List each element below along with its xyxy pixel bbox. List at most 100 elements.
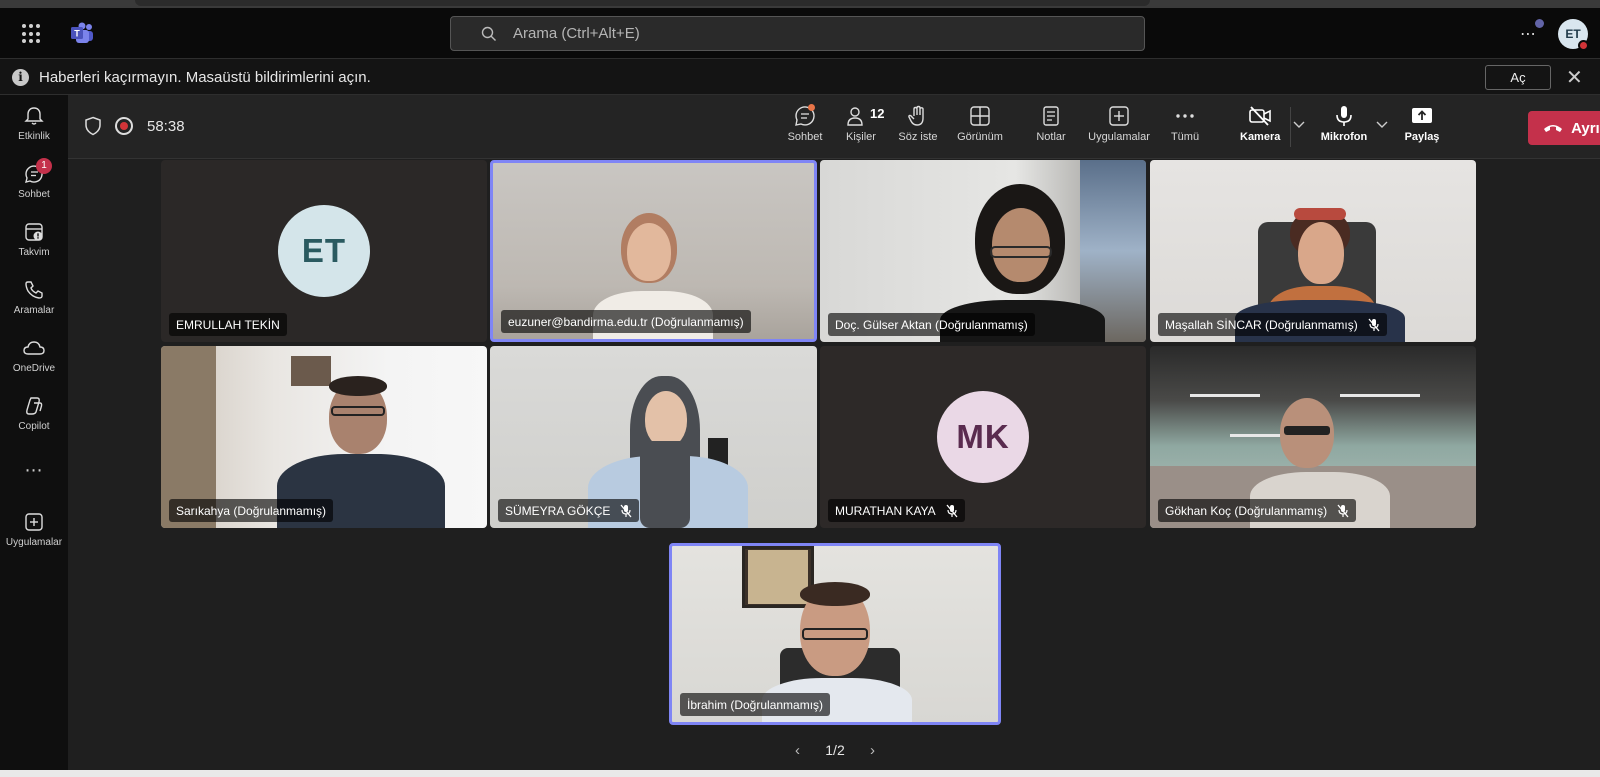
unread-badge: 1 [36, 158, 52, 174]
search-placeholder: Arama (Ctrl+Alt+E) [513, 25, 640, 42]
participant-name-tag: Doç. Gülser Aktan (Doğrulanmamış) [828, 313, 1035, 336]
view-label: Görünüm [957, 131, 1003, 143]
notification-banner: i Haberleri kaçırmayın. Masaüstü bildiri… [0, 58, 1600, 95]
notes-label: Notlar [1036, 131, 1066, 143]
participant-tile[interactable]: euzuner@bandirma.edu.tr (Doğrulanmamış) [490, 160, 817, 342]
participant-name: MURATHAN KAYA [835, 503, 936, 518]
app-launcher-icon[interactable] [22, 24, 42, 44]
microphone-icon [1336, 106, 1352, 126]
participant-tile[interactable]: İbrahim (Doğrulanmamış) [669, 543, 1001, 725]
rail-item-chat[interactable]: 1 Sohbet [0, 155, 68, 211]
previous-page-button[interactable]: ‹ [795, 742, 800, 759]
leave-main[interactable]: Ayrıl [1528, 111, 1600, 145]
app-rail: Etkinlik 1 Sohbet Takvim Aramalar OneDri… [0, 95, 68, 770]
more-label: Tümü [1170, 131, 1200, 143]
participant-tile[interactable]: SÜMEYRA GÖKÇE [490, 346, 817, 528]
participant-avatar: MK [937, 391, 1029, 483]
more-button[interactable]: Tümü [1170, 104, 1200, 143]
people-label: Kişiler [846, 131, 876, 143]
rail-item-copilot[interactable]: Copilot [0, 387, 68, 443]
window-top-strip [0, 0, 1600, 8]
leave-button[interactable]: Ayrıl [1528, 111, 1600, 145]
meeting-timer: 58:38 [147, 118, 185, 135]
participant-name: EMRULLAH TEKİN [176, 317, 280, 332]
microphone-options-chevron-icon[interactable] [1376, 121, 1388, 129]
hand-icon [908, 105, 924, 126]
participant-name-tag: SÜMEYRA GÖKÇE [498, 499, 640, 522]
participant-name-tag: euzuner@bandirma.edu.tr (Doğrulanmamış) [501, 310, 751, 333]
participant-tile[interactable]: Sarıkahya (Doğrulanmamış) [161, 346, 487, 528]
copilot-icon [26, 397, 43, 415]
camera-button[interactable]: Kamera [1240, 104, 1280, 143]
notification-dot [1535, 19, 1544, 28]
participant-name-tag: İbrahim (Doğrulanmamış) [680, 693, 831, 716]
share-button[interactable]: Paylaş [1402, 104, 1442, 143]
people-icon [847, 107, 863, 126]
rail-label: Sohbet [18, 189, 50, 200]
toolbar-divider [1290, 107, 1291, 147]
participant-name: İbrahim (Doğrulanmamış) [687, 697, 824, 712]
phone-icon [25, 281, 43, 299]
participant-name: euzuner@bandirma.edu.tr (Doğrulanmamış) [508, 314, 744, 329]
bell-icon [24, 107, 44, 125]
rail-item-calendar[interactable]: Takvim [0, 213, 68, 269]
chat-button[interactable]: Sohbet [786, 104, 824, 143]
participant-name: Maşallah SİNCAR (Doğrulanmamış) [1165, 317, 1358, 332]
raise-hand-label: Söz iste [898, 131, 938, 143]
participant-tile[interactable]: Doç. Gülser Aktan (Doğrulanmamış) [820, 160, 1146, 342]
people-button[interactable]: 12 Kişiler [842, 104, 884, 143]
banner-message: Haberleri kaçırmayın. Masaüstü bildiriml… [39, 69, 371, 86]
share-label: Paylaş [1404, 131, 1440, 143]
rail-more-button[interactable]: ⋯ [0, 460, 68, 481]
participant-tile[interactable]: ET EMRULLAH TEKİN [161, 160, 487, 342]
camera-options-chevron-icon[interactable] [1293, 121, 1305, 129]
calendar-icon [25, 223, 43, 241]
rail-label: Etkinlik [18, 131, 50, 142]
camera-off-icon [1249, 106, 1271, 126]
people-count: 12 [870, 106, 885, 121]
window-top-tab [135, 0, 1150, 6]
page-indicator: 1/2 [825, 742, 845, 758]
rail-label: Copilot [18, 421, 50, 432]
participant-tile[interactable]: Maşallah SİNCAR (Doğrulanmamış) [1150, 160, 1476, 342]
meeting-toolbar: 58:38 Sohbet 12 Kişiler Söz iste Görünüm… [68, 95, 1600, 159]
rail-label: OneDrive [12, 363, 56, 374]
rail-item-apps[interactable]: Uygulamalar [0, 503, 68, 559]
notes-button[interactable]: Notlar [1034, 104, 1068, 143]
microphone-button[interactable]: Mikrofon [1318, 104, 1370, 143]
more-icon [1176, 114, 1194, 118]
rail-label: Takvim [18, 247, 50, 258]
apps-button[interactable]: Uygulamalar [1086, 104, 1152, 143]
participant-name-tag: MURATHAN KAYA [828, 499, 965, 522]
raise-hand-button[interactable]: Söz iste [898, 104, 938, 143]
chat-unread-dot [808, 104, 815, 111]
next-page-button[interactable]: › [870, 742, 875, 759]
search-input[interactable]: Arama (Ctrl+Alt+E) [450, 16, 1145, 51]
participant-tile[interactable]: MK MURATHAN KAYA [820, 346, 1146, 528]
participant-name: Doç. Gülser Aktan (Doğrulanmamış) [835, 317, 1028, 332]
window-bottom-strip [0, 770, 1600, 777]
presence-indicator [1578, 40, 1589, 51]
view-button[interactable]: Görünüm [956, 104, 1004, 143]
info-icon: i [12, 69, 29, 86]
leave-label: Ayrıl [1571, 119, 1600, 137]
add-app-icon [25, 513, 43, 531]
recording-icon [115, 117, 133, 135]
participant-name-tag: Sarıkahya (Doğrulanmamış) [169, 499, 334, 522]
share-screen-icon [1412, 108, 1432, 123]
mic-off-icon [1337, 504, 1349, 517]
participant-tile[interactable]: Gökhan Koç (Doğrulanmamış) [1150, 346, 1476, 528]
enable-notifications-button[interactable]: Aç [1485, 65, 1551, 90]
settings-more-button[interactable]: ⋯ [1520, 24, 1537, 44]
mic-off-icon [620, 504, 632, 517]
cloud-icon [23, 341, 45, 355]
close-banner-icon[interactable]: ✕ [1566, 65, 1583, 90]
rail-item-onedrive[interactable]: OneDrive [0, 329, 68, 385]
participant-name: Sarıkahya (Doğrulanmamış) [176, 503, 327, 518]
rail-item-activity[interactable]: Etkinlik [0, 97, 68, 153]
video-stage: ET EMRULLAH TEKİN euzuner@bandirma.edu.t… [68, 160, 1600, 770]
shield-icon[interactable] [84, 116, 102, 136]
rail-item-calls[interactable]: Aramalar [0, 271, 68, 327]
title-bar: T Arama (Ctrl+Alt+E) ⋯ ET [0, 8, 1600, 58]
apps-label: Uygulamalar [1088, 131, 1150, 143]
